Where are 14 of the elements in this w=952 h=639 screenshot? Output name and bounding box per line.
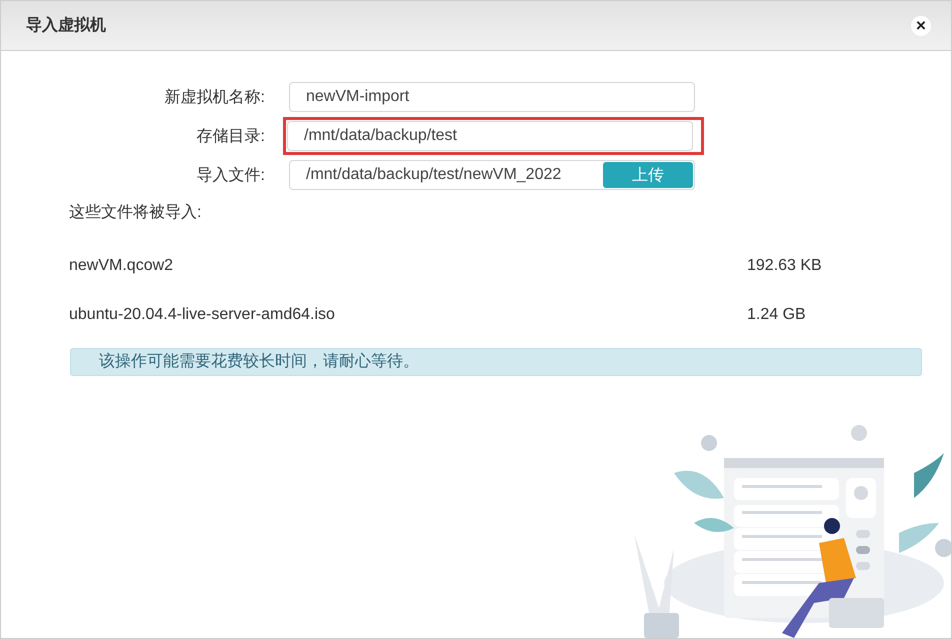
field-label: 新虚拟机名称: <box>164 88 265 108</box>
notice-message: 该操作可能需要花费较长时间，请耐心等待。 <box>70 348 922 376</box>
input-field[interactable]: newVM-import <box>289 82 695 112</box>
file-name: newVM.qcow2 <box>69 257 174 275</box>
close-button[interactable]: × <box>911 16 931 36</box>
dialog-title: 导入虚拟机 <box>26 15 106 36</box>
file-size: 1.24 GB <box>747 306 806 324</box>
field-label: 存储目录: <box>196 126 265 146</box>
files-heading: 这些文件将被导入: <box>69 202 202 223</box>
file-name: ubuntu-20.04.4-live-server-amd64.iso <box>69 306 336 324</box>
file-size: 192.63 KB <box>747 257 822 275</box>
field-label: 导入文件: <box>196 166 265 186</box>
input-field[interactable]: /mnt/data/backup/test <box>287 121 693 151</box>
file-path-field[interactable]: /mnt/data/backup/test/newVM_2022 上传 <box>289 160 695 190</box>
